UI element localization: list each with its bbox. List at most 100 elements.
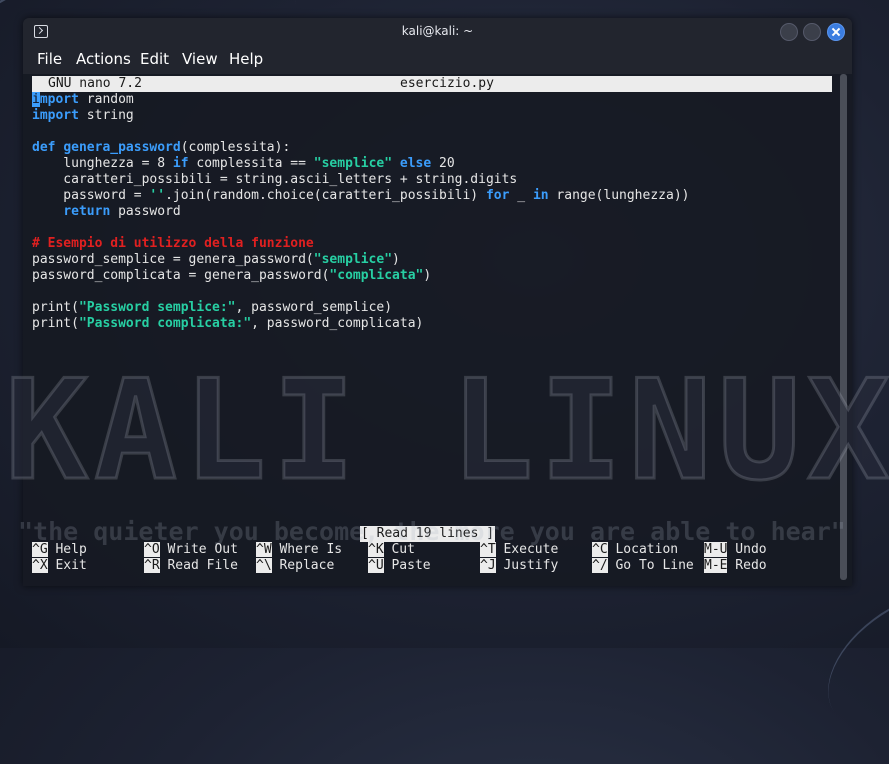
- code-line[interactable]: password_complicata = genera_password("c…: [32, 268, 431, 284]
- code-line[interactable]: password_semplice = genera_password("sem…: [32, 252, 400, 268]
- code-token: caratteri_possibili = string.ascii_lette…: [32, 172, 518, 187]
- code-token: # Esempio di utilizzo della funzione: [32, 236, 314, 251]
- shortcut-key: ^T: [480, 542, 496, 557]
- code-token: string: [78, 108, 134, 123]
- shortcut-label: Go To Line: [607, 558, 694, 573]
- shortcut-where-is[interactable]: ^W Where Is: [256, 542, 342, 558]
- minimize-button[interactable]: [780, 23, 798, 41]
- code-line[interactable]: import random: [32, 92, 134, 108]
- close-button[interactable]: [827, 23, 845, 41]
- shortcut-key: ^W: [256, 542, 272, 557]
- shortcut-key: M-U: [704, 542, 728, 557]
- shortcut-label: Justify: [495, 558, 559, 573]
- shortcut-key: ^J: [480, 558, 496, 573]
- shortcut-label: Redo: [727, 558, 767, 573]
- shortcut-label: Where Is: [271, 542, 343, 557]
- code-token: return: [63, 204, 111, 219]
- shortcut-location[interactable]: ^C Location: [592, 542, 678, 558]
- nano-version: GNU nano 7.2: [48, 76, 142, 91]
- nano-header: GNU nano 7.2 esercizio.py: [32, 76, 832, 92]
- code-line[interactable]: print("Password complicata:", password_c…: [32, 316, 423, 332]
- wallpaper-swoosh: [802, 558, 889, 764]
- menu-bar: File Actions Edit View Help: [23, 46, 852, 74]
- shortcut-label: Location: [607, 542, 679, 557]
- code-token: "complicata": [329, 268, 424, 283]
- menu-actions[interactable]: Actions: [76, 50, 131, 68]
- code-token: .join(random.choice(caratteri_possibili): [165, 188, 486, 203]
- menu-view[interactable]: View: [182, 50, 218, 68]
- code-token: _: [509, 188, 533, 203]
- title-bar[interactable]: kali@kali: ~: [23, 18, 852, 46]
- code-token: password =: [32, 188, 150, 203]
- code-line[interactable]: import string: [32, 108, 134, 124]
- code-token: complessita ==: [188, 156, 314, 171]
- window-title: kali@kali: ~: [401, 24, 474, 38]
- code-token: in: [532, 188, 549, 203]
- shortcut-key: ^U: [368, 558, 384, 573]
- shortcut-help[interactable]: ^G Help: [32, 542, 87, 558]
- code-token: , password_complicata): [251, 316, 424, 331]
- code-token: lunghezza = 8: [32, 156, 173, 171]
- shortcut-label: Write Out: [159, 542, 238, 557]
- scrollbar[interactable]: [840, 74, 847, 580]
- shortcut-label: Paste: [383, 558, 431, 573]
- shortcut-key: ^/: [592, 558, 608, 573]
- code-token: "semplice": [313, 252, 393, 267]
- terminal-area[interactable]: GNU nano 7.2 esercizio.py import random i…: [32, 76, 832, 582]
- shortcut-exit[interactable]: ^X Exit: [32, 558, 87, 574]
- shortcut-key: ^K: [368, 542, 384, 557]
- code-token: print(: [32, 300, 79, 315]
- shortcut-label: Read File: [159, 558, 238, 573]
- code-token: mport: [39, 92, 79, 107]
- code-line[interactable]: password = ''.join(random.choice(caratte…: [32, 188, 689, 204]
- shortcut-label: Replace: [271, 558, 335, 573]
- code-token: if: [172, 156, 189, 171]
- shortcut-redo[interactable]: M-E Redo: [704, 558, 767, 574]
- shortcut-paste[interactable]: ^U Paste: [368, 558, 431, 574]
- code-token: password_complicata = genera_password(: [32, 268, 330, 283]
- shortcut-key: ^R: [144, 558, 160, 573]
- shortcut-key: ^C: [592, 542, 608, 557]
- shortcut-go-to-line[interactable]: ^/ Go To Line: [592, 558, 694, 574]
- code-line[interactable]: caratteri_possibili = string.ascii_lette…: [32, 172, 517, 188]
- shortcut-label: Undo: [727, 542, 767, 557]
- code-token: genera_password: [63, 140, 181, 155]
- code-token: "Password complicata:": [78, 316, 252, 331]
- shortcut-execute[interactable]: ^T Execute: [480, 542, 558, 558]
- code-line[interactable]: # Esempio di utilizzo della funzione: [32, 236, 314, 252]
- shortcut-label: Exit: [47, 558, 87, 573]
- shortcut-write-out[interactable]: ^O Write Out: [144, 542, 238, 558]
- code-line[interactable]: def genera_password(complessita):: [32, 140, 290, 156]
- code-token: ): [392, 252, 400, 267]
- code-token: '': [149, 188, 166, 203]
- shortcut-undo[interactable]: M-U Undo: [704, 542, 767, 558]
- shortcut-replace[interactable]: ^\ Replace: [256, 558, 334, 574]
- shortcut-key: ^G: [32, 542, 48, 557]
- menu-edit[interactable]: Edit: [140, 50, 169, 68]
- shortcut-key: M-E: [704, 558, 728, 573]
- code-line[interactable]: print("Password semplice:", password_sem…: [32, 300, 392, 316]
- menu-file[interactable]: File: [37, 50, 62, 68]
- code-line[interactable]: lunghezza = 8 if complessita == "semplic…: [32, 156, 455, 172]
- shortcut-key: ^\: [256, 558, 272, 573]
- maximize-button[interactable]: [803, 23, 821, 41]
- menu-help[interactable]: Help: [229, 50, 263, 68]
- code-token: range(lunghezza)): [548, 188, 690, 203]
- code-token: print(: [32, 316, 79, 331]
- terminal-window[interactable]: kali@kali: ~ File Actions Edit View Help…: [23, 18, 852, 586]
- code-token: else: [399, 156, 432, 171]
- code-token: password_semplice = genera_password(: [32, 252, 314, 267]
- code-token: for: [485, 188, 510, 203]
- shortcut-cut[interactable]: ^K Cut: [368, 542, 415, 558]
- status-message: [ Read 19 lines ]: [360, 526, 496, 542]
- code-token: password: [110, 204, 181, 219]
- code-line[interactable]: return password: [32, 204, 181, 220]
- shortcut-label: Execute: [495, 542, 559, 557]
- code-token: (complessita):: [180, 140, 291, 155]
- shortcut-key: ^O: [144, 542, 160, 557]
- code-token: 20: [431, 156, 455, 171]
- code-token: "Password semplice:": [78, 300, 236, 315]
- shortcut-read-file[interactable]: ^R Read File: [144, 558, 238, 574]
- shortcut-justify[interactable]: ^J Justify: [480, 558, 558, 574]
